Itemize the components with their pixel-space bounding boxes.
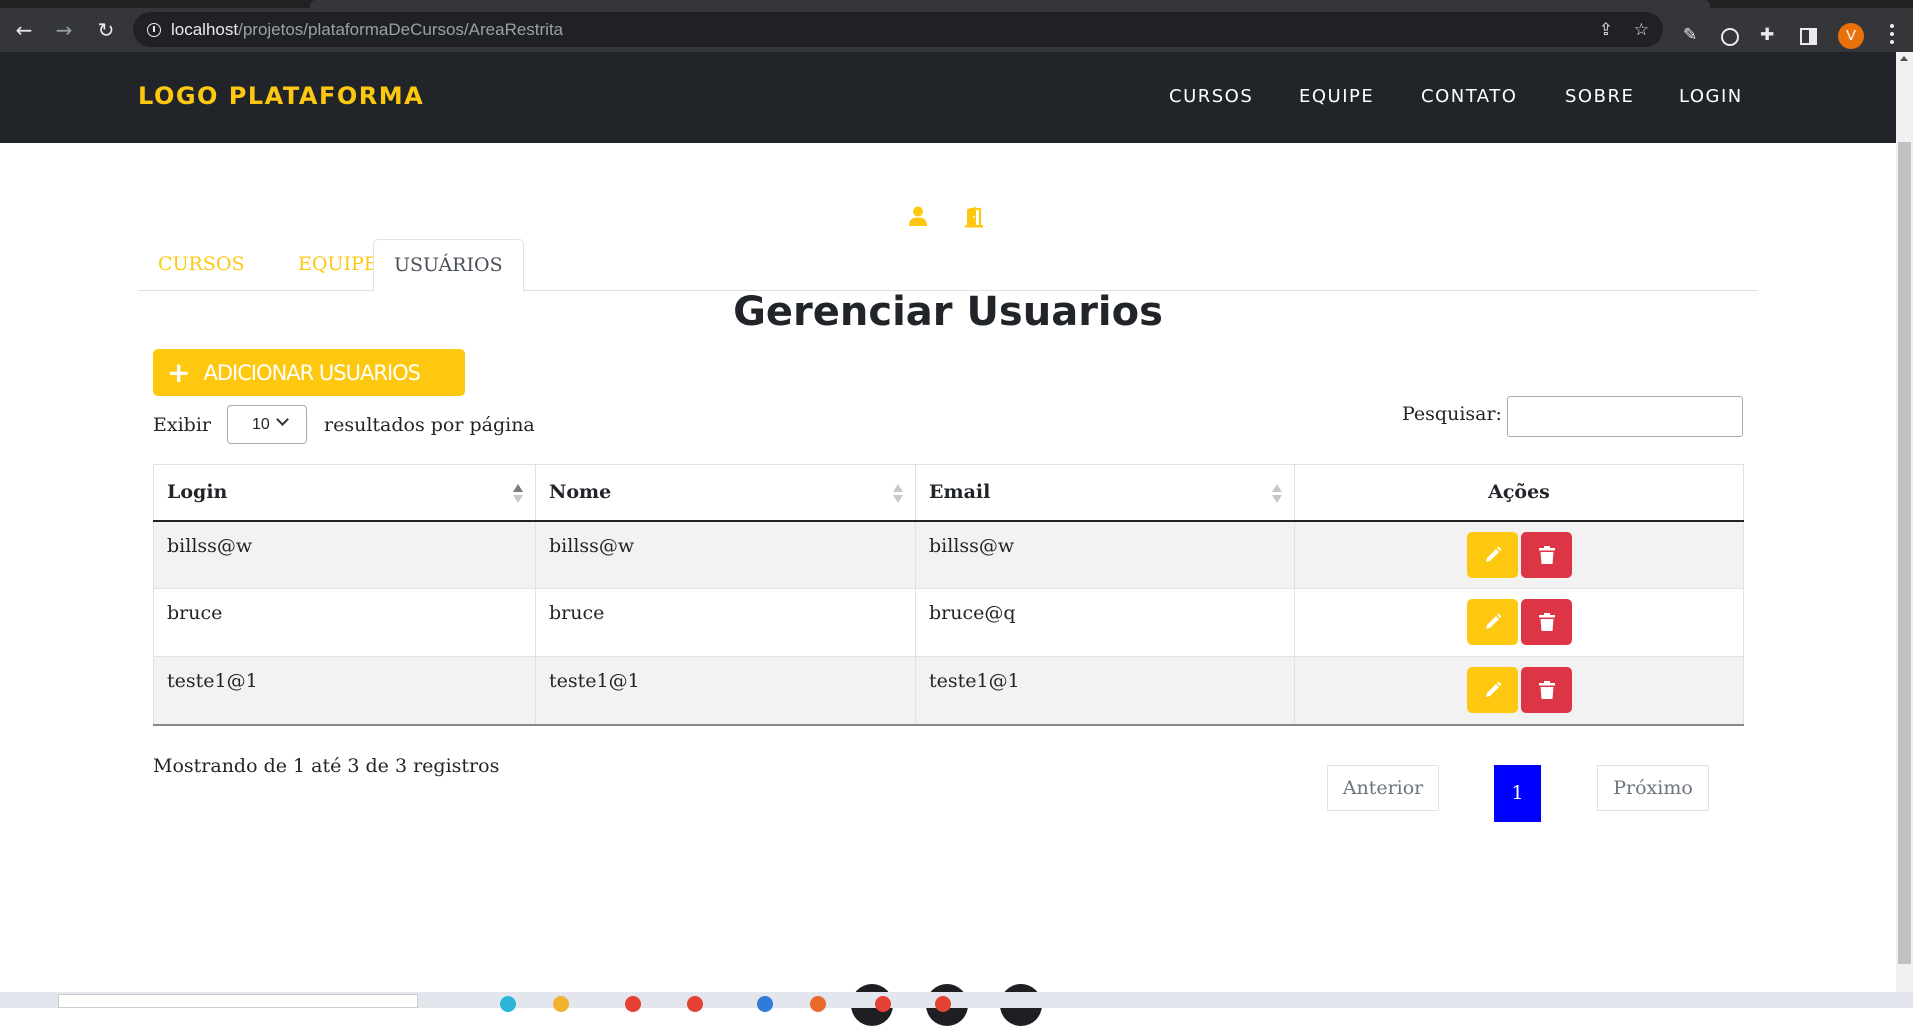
previous-page-button[interactable]: Anterior [1327, 765, 1439, 811]
next-page-button[interactable]: Próximo [1597, 765, 1709, 811]
length-prefix: Exibir [153, 414, 211, 436]
browser-tabstrip [0, 0, 1913, 8]
reload-icon[interactable]: ↻ [95, 19, 117, 41]
delete-button[interactable] [1520, 531, 1572, 578]
browser-toolbar: ← → ↻ localhost/projetos/plataformaDeCur… [0, 8, 1913, 52]
taskbar-app-icon[interactable] [687, 996, 703, 1012]
cell-actions [1294, 588, 1744, 657]
pen-extension-icon[interactable]: ✎ [1683, 25, 1697, 45]
browser-menu-icon[interactable] [1890, 24, 1894, 46]
side-panel-icon[interactable] [1800, 28, 1817, 45]
taskbar-app-icon[interactable] [875, 996, 891, 1012]
site-navbar: LOGO PLATAFORMA CURSOS EQUIPE CONTATO SO… [0, 52, 1896, 143]
column-header-nome[interactable]: Nome [535, 464, 916, 522]
share-icon[interactable]: ⇪ [1599, 20, 1613, 40]
nav-link-equipe[interactable]: EQUIPE [1299, 86, 1374, 107]
cell-nome: teste1@1 [535, 656, 916, 726]
trash-icon [1538, 613, 1555, 631]
cell-nome: bruce [535, 588, 916, 657]
cell-actions [1294, 520, 1744, 589]
admin-tabs: CURSOS EQUIPE USUÁRIOS [138, 239, 1758, 292]
tab-cursos[interactable]: CURSOS [138, 239, 264, 291]
tab-usuarios[interactable]: USUÁRIOS [373, 239, 524, 292]
column-header-login[interactable]: Login [153, 464, 536, 522]
nav-link-login[interactable]: LOGIN [1679, 86, 1743, 107]
search-input[interactable] [1507, 396, 1743, 437]
trash-icon [1538, 681, 1555, 699]
cell-email: bruce@q [915, 588, 1295, 657]
url-host: localhost [171, 19, 239, 39]
search-label: Pesquisar: [1402, 403, 1502, 425]
taskbar-app-icon[interactable] [500, 996, 516, 1012]
taskbar-app-icon[interactable] [810, 996, 826, 1012]
trash-icon [1538, 545, 1555, 564]
table-info: Mostrando de 1 até 3 de 3 registros [153, 755, 500, 777]
nav-link-cursos[interactable]: CURSOS [1169, 86, 1253, 107]
bookmark-star-icon[interactable]: ☆ [1634, 20, 1649, 40]
door-open-icon[interactable] [963, 206, 985, 228]
add-users-label: ADICIONAR USUARIOS [203, 360, 421, 385]
cell-email: teste1@1 [915, 656, 1295, 726]
cell-login: billss@w [153, 520, 536, 589]
users-table: Login Nome Email Ações billss@w billss@w… [153, 464, 1744, 726]
chevron-down-icon [276, 413, 289, 426]
cell-actions [1294, 656, 1744, 726]
back-arrow-icon[interactable]: ← [13, 19, 35, 41]
nav-link-sobre[interactable]: SOBRE [1565, 86, 1634, 107]
page-length-select[interactable]: 10 [227, 405, 307, 444]
cell-email: billss@w [915, 520, 1295, 589]
taskbar-app-icon[interactable] [625, 996, 641, 1012]
scrollbar-thumb[interactable] [1898, 142, 1911, 964]
address-bar[interactable]: localhost/projetos/plataformaDeCursos/Ar… [133, 12, 1663, 47]
cell-nome: billss@w [535, 520, 916, 589]
length-suffix: resultados por página [324, 414, 535, 436]
site-info-icon[interactable] [147, 22, 161, 37]
page-length-value: 10 [252, 416, 270, 433]
table-header-row: Login Nome Email Ações [153, 464, 1744, 522]
edit-button[interactable] [1466, 531, 1518, 578]
profile-avatar[interactable]: V [1838, 23, 1864, 49]
page-title: Gerenciar Usuarios [733, 289, 1163, 335]
cell-login: teste1@1 [153, 656, 536, 726]
plus-icon: + [167, 356, 190, 389]
taskbar-app-icon[interactable] [553, 996, 569, 1012]
url-path: /projetos/plataformaDeCursos/AreaRestrit… [238, 19, 564, 39]
nav-link-contato[interactable]: CONTATO [1421, 86, 1517, 107]
site-logo[interactable]: LOGO PLATAFORMA [138, 82, 424, 110]
page-1-button[interactable]: 1 [1494, 765, 1541, 822]
delete-button[interactable] [1520, 667, 1572, 713]
taskbar-search[interactable] [58, 994, 418, 1008]
page-scrollbar[interactable] [1896, 52, 1913, 992]
sort-icon [513, 484, 523, 504]
extensions-puzzle-icon[interactable]: ✚ [1760, 25, 1774, 45]
table-row: teste1@1 teste1@1 teste1@1 [153, 656, 1744, 726]
taskbar-app-icon[interactable] [935, 996, 951, 1012]
edit-button[interactable] [1466, 599, 1518, 645]
pencil-icon [1485, 613, 1501, 629]
delete-button[interactable] [1520, 599, 1572, 645]
pencil-icon [1485, 546, 1501, 562]
os-taskbar [0, 992, 1913, 1012]
sort-icon [1272, 484, 1282, 504]
pencil-icon [1485, 681, 1501, 697]
cell-login: bruce [153, 588, 536, 657]
url-text[interactable]: localhost/projetos/plataformaDeCursos/Ar… [171, 20, 563, 40]
sort-icon [893, 484, 903, 504]
edit-button[interactable] [1466, 667, 1518, 713]
column-header-email[interactable]: Email [915, 464, 1295, 522]
extension-circle-icon[interactable] [1721, 28, 1739, 46]
user-icon[interactable] [908, 206, 928, 226]
browser-active-tab[interactable] [310, 0, 1710, 8]
column-header-acoes: Ações [1294, 464, 1744, 522]
table-row: billss@w billss@w billss@w [153, 520, 1744, 589]
scroll-up-arrow-icon[interactable] [1900, 56, 1908, 61]
taskbar-app-icon[interactable] [757, 996, 773, 1012]
table-row: bruce bruce bruce@q [153, 588, 1744, 657]
forward-arrow-icon[interactable]: → [53, 19, 75, 41]
add-users-button[interactable]: + ADICIONAR USUARIOS [153, 349, 465, 396]
